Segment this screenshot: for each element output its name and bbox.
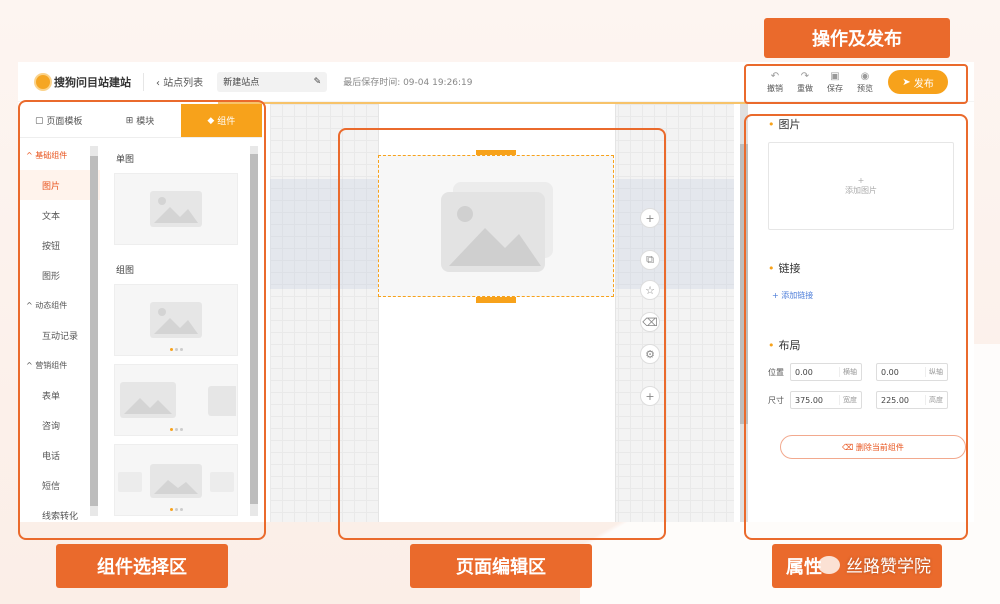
edit-icon[interactable]: ✎ [314, 77, 322, 87]
publish-area-badge: 操作及发布 [764, 18, 950, 58]
back-label: 站点列表 [163, 78, 204, 89]
watermark: 丝路赞学院 [818, 552, 931, 577]
watermark-text: 丝路赞学院 [846, 557, 931, 577]
site-name-text: 新建站点 [223, 78, 260, 88]
site-name-field[interactable]: 新建站点 ✎ [217, 71, 328, 92]
edit-area-badge: 页面编辑区 [410, 544, 592, 588]
edit-area-frame [338, 128, 666, 540]
wechat-icon [818, 555, 840, 574]
divider [143, 72, 144, 91]
property-area-frame [744, 114, 968, 540]
stage: 搜狗问目站建站 ‹ 站点列表 新建站点 ✎ 最后保存时间: 09-04 19:2… [0, 0, 1000, 604]
save-time: 最后保存时间: 09-04 19:26:19 [343, 78, 473, 88]
sun-logo-icon [36, 74, 50, 89]
logo-text: 搜狗问目站建站 [54, 75, 131, 89]
component-area-badge: 组件选择区 [56, 544, 228, 588]
component-area-frame [18, 100, 266, 540]
back-to-site-list[interactable]: ‹ 站点列表 [156, 74, 203, 89]
publish-area-frame [744, 64, 968, 104]
logo: 搜狗问目站建站 [36, 74, 131, 90]
